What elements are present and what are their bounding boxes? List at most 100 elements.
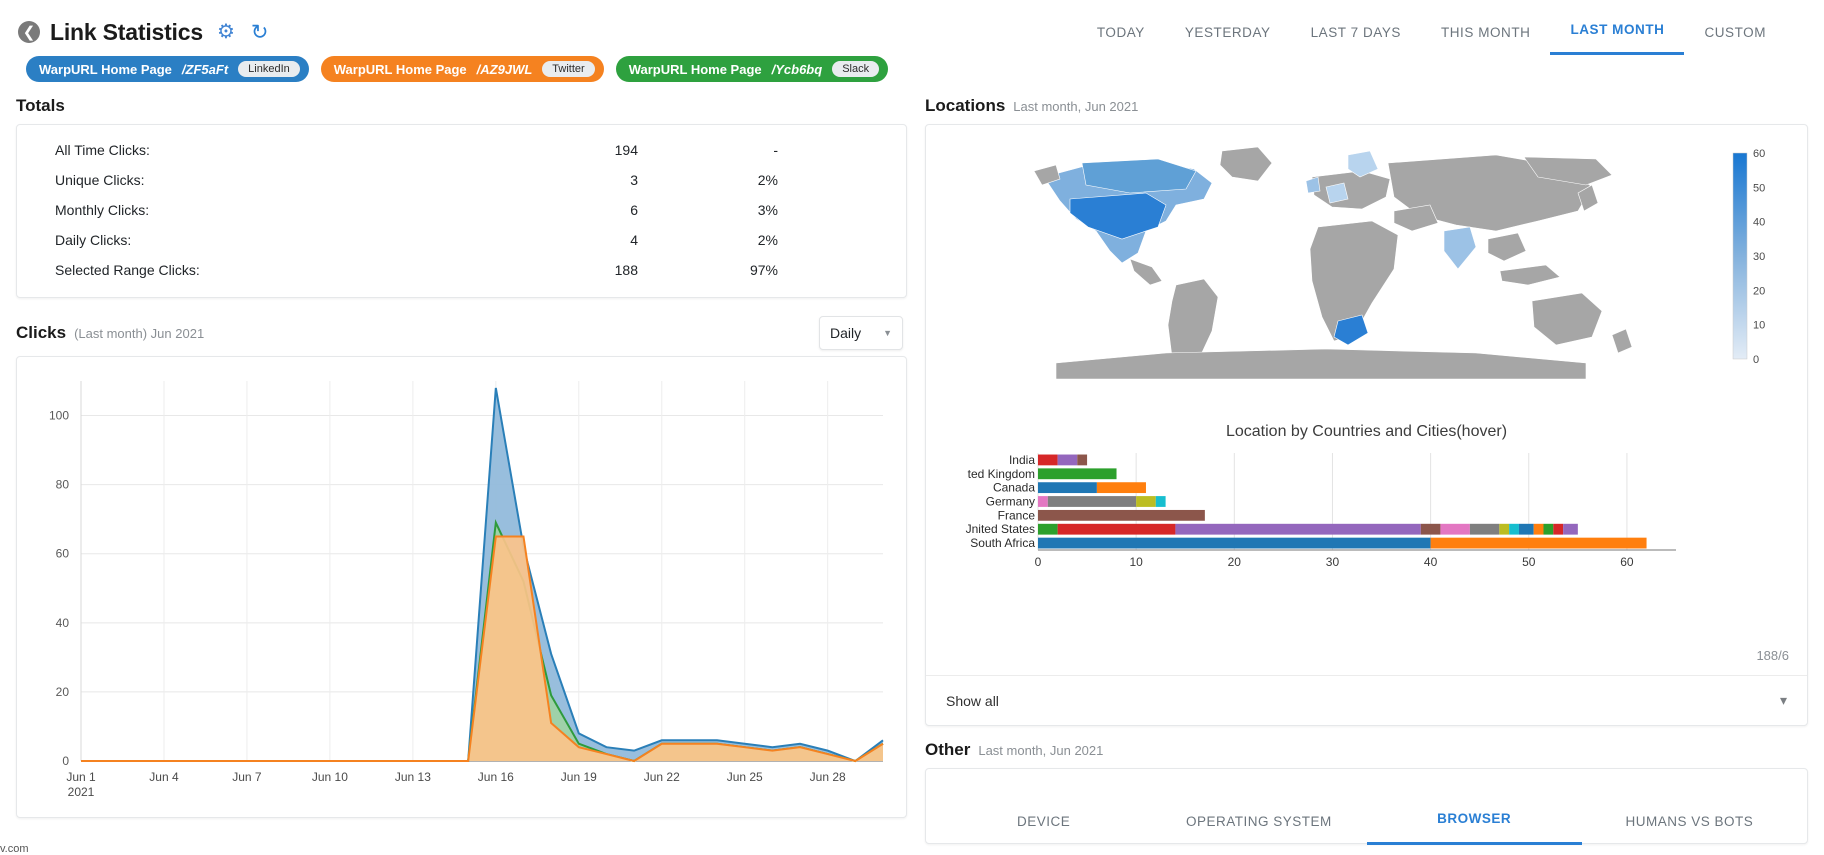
svg-text:30: 30 [1326, 555, 1340, 569]
granularity-value: Daily [830, 325, 862, 341]
range-tab-custom[interactable]: CUSTOM [1684, 25, 1786, 55]
table-row: Unique Clicks: 3 2% [35, 165, 888, 195]
svg-text:50: 50 [1522, 555, 1536, 569]
range-tab-this-month[interactable]: THIS MONTH [1421, 25, 1551, 55]
link-chip-tag: LinkedIn [238, 61, 300, 77]
world-map[interactable] [1026, 135, 1646, 385]
svg-text:60: 60 [1620, 555, 1634, 569]
link-chip-name: WarpURL Home Page [333, 61, 467, 77]
table-row: All Time Clicks: 194 - [35, 135, 888, 165]
totals-table: All Time Clicks: 194 - Unique Clicks: 3 … [35, 135, 888, 285]
totals-percent: 3% [757, 202, 778, 218]
svg-text:Jun 19: Jun 19 [561, 770, 597, 784]
other-card: DEVICE OPERATING SYSTEM BROWSER HUMANS V… [925, 768, 1808, 845]
svg-text:40: 40 [1424, 555, 1438, 569]
svg-text:Jun 16: Jun 16 [478, 770, 514, 784]
svg-text:0: 0 [1035, 555, 1042, 569]
tab-browser[interactable]: BROWSER [1366, 811, 1582, 845]
range-tab-yesterday[interactable]: YESTERDAY [1165, 25, 1291, 55]
totals-label: Daily Clicks: [55, 232, 132, 248]
granularity-dropdown[interactable]: Daily ▼ [819, 316, 903, 350]
locations-caption: Location by Countries and Cities(hover) [1225, 423, 1508, 440]
svg-text:60: 60 [56, 547, 70, 561]
svg-text:Jun 25: Jun 25 [727, 770, 763, 784]
totals-title: Totals [16, 96, 65, 115]
clicks-chart-card: 0 20 40 60 80 100 Jun 1 2021 Jun 4 Jun 7 Jun 10 Jun… [16, 356, 907, 818]
svg-text:40: 40 [56, 616, 70, 630]
back-arrow-icon[interactable]: ❮ [18, 21, 40, 43]
totals-percent: 2% [757, 172, 778, 188]
totals-value: 6 [630, 202, 638, 218]
svg-text:2021: 2021 [68, 785, 95, 799]
svg-text:10: 10 [1129, 555, 1143, 569]
tab-operating-system[interactable]: OPERATING SYSTEM [1151, 814, 1366, 845]
link-chip-list: WarpURL Home Page /ZF5aFt LinkedIn WarpU… [0, 52, 1824, 82]
dashboard-columns: Totals All Time Clicks: 194 - Unique Cli… [0, 82, 1824, 845]
other-header: Other Last month, Jun 2021 [925, 740, 1808, 760]
link-chip-slug: /Ycb6bq [771, 61, 823, 77]
totals-percent: 97% [749, 262, 778, 278]
range-tab-today[interactable]: TODAY [1077, 25, 1165, 55]
svg-text:Germany: Germany [986, 495, 1035, 509]
link-chip-slug: /AZ9JWL [476, 61, 533, 77]
totals-label: Selected Range Clicks: [55, 262, 200, 278]
clicks-title: Clicks [16, 323, 67, 342]
totals-value: 4 [630, 232, 638, 248]
link-chip-slack[interactable]: WarpURL Home Page /Ycb6bq Slack [615, 56, 889, 82]
locations-header: Locations Last month, Jun 2021 [925, 96, 1808, 116]
page-header: ❮ Link Statistics ⚙ ↻ TODAY YESTERDAY LA… [0, 0, 1824, 55]
svg-text:20: 20 [1228, 555, 1242, 569]
svg-text:Jun 7: Jun 7 [232, 770, 262, 784]
other-title: Other [925, 740, 971, 759]
totals-label: All Time Clicks: [55, 142, 150, 158]
locations-subtitle: Last month, Jun 2021 [1013, 99, 1139, 114]
svg-text:Jun 4: Jun 4 [149, 770, 179, 784]
svg-text:20: 20 [56, 685, 70, 699]
totals-percent: 2% [757, 232, 778, 248]
svg-text:10: 10 [1753, 320, 1765, 332]
clicks-area-chart[interactable]: 0 20 40 60 80 100 Jun 12021 Jun 4 Jun 7 Jun 10 Jun… [23, 363, 901, 813]
link-chip-linkedin[interactable]: WarpURL Home Page /ZF5aFt LinkedIn [26, 56, 309, 82]
link-chip-twitter[interactable]: WarpURL Home Page /AZ9JWL Twitter [320, 56, 604, 82]
svg-text:50: 50 [1753, 182, 1765, 194]
other-tabs: DEVICE OPERATING SYSTEM BROWSER HUMANS V… [926, 769, 1807, 845]
locations-title: Locations [925, 96, 1006, 115]
left-column: Totals All Time Clicks: 194 - Unique Cli… [0, 82, 925, 844]
tab-humans-vs-bots[interactable]: HUMANS VS BOTS [1582, 814, 1797, 845]
totals-label: Unique Clicks: [55, 172, 145, 188]
world-map-wrap: 60 50 40 30 20 10 0 [926, 125, 1807, 397]
svg-text:80: 80 [56, 478, 70, 492]
svg-text:Jun 1: Jun 1 [66, 770, 96, 784]
svg-text:Canada: Canada [993, 481, 1035, 495]
countries-stacked-bar-chart[interactable]: Indiated KingdomCanadaGermanyFranceJnite… [926, 449, 1786, 574]
gear-icon[interactable]: ⚙ [217, 22, 235, 42]
link-chip-slug: /ZF5aFt [181, 61, 229, 77]
svg-text:0: 0 [1753, 354, 1759, 366]
svg-text:Jun 10: Jun 10 [312, 770, 348, 784]
locations-ratio: 188/6 [1756, 648, 1789, 663]
totals-label: Monthly Clicks: [55, 202, 150, 218]
tab-device[interactable]: DEVICE [936, 814, 1151, 845]
show-all-button[interactable]: Show all ▾ [926, 675, 1807, 725]
map-color-legend: 60 50 40 30 20 10 0 [1732, 148, 1765, 366]
link-chip-tag: Twitter [542, 61, 595, 77]
totals-header: Totals [16, 96, 907, 116]
totals-value: 188 [614, 262, 638, 278]
range-tab-last-month[interactable]: LAST MONTH [1550, 22, 1685, 55]
svg-text:ted Kingdom: ted Kingdom [968, 467, 1035, 481]
refresh-icon[interactable]: ↻ [251, 22, 269, 43]
totals-value: 3 [630, 172, 638, 188]
locations-card: 60 50 40 30 20 10 0 Location by Countries and … [925, 124, 1808, 726]
svg-text:Jun 22: Jun 22 [644, 770, 680, 784]
range-tab-last-7-days[interactable]: LAST 7 DAYS [1291, 25, 1421, 55]
table-row: Selected Range Clicks: 188 97% [35, 255, 888, 285]
totals-value: 194 [614, 142, 638, 158]
totals-card: All Time Clicks: 194 - Unique Clicks: 3 … [16, 124, 907, 298]
svg-text:Jun 13: Jun 13 [395, 770, 431, 784]
svg-text:30: 30 [1753, 251, 1765, 263]
table-row: Daily Clicks: 4 2% [35, 225, 888, 255]
svg-text:60: 60 [1753, 148, 1765, 160]
svg-text:South Africa: South Africa [970, 536, 1035, 550]
clicks-subtitle: (Last month) Jun 2021 [74, 325, 205, 341]
table-row: Monthly Clicks: 6 3% [35, 195, 888, 225]
